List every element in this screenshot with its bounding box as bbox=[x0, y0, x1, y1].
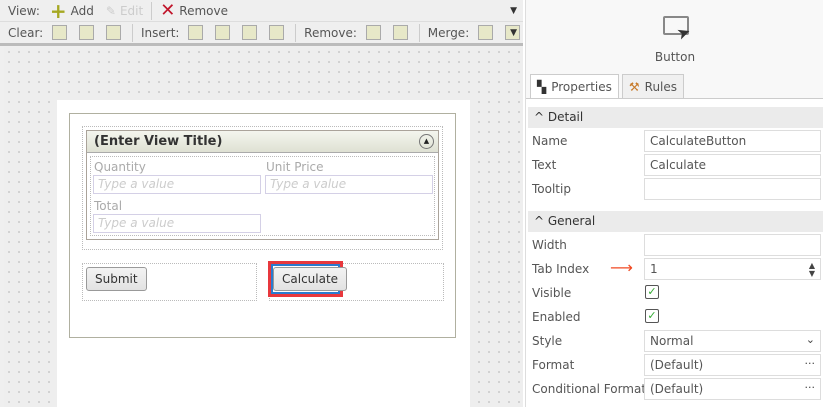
view-label: View: bbox=[8, 3, 40, 18]
divider bbox=[131, 23, 133, 42]
quantity-label: Quantity bbox=[94, 160, 146, 174]
chevron-down-icon: ⌄ bbox=[805, 333, 815, 346]
tab-index-spinner[interactable]: 1 ▲ ▼ bbox=[644, 258, 821, 280]
layout-toolbar: Clear: Insert: Remove: Merge: ▼ bbox=[0, 22, 523, 46]
x-icon: ✕ bbox=[160, 0, 176, 21]
unit-price-label: Unit Price bbox=[266, 160, 324, 174]
cursor-icon: ➤ bbox=[674, 21, 694, 44]
quantity-input[interactable]: Type a value bbox=[93, 175, 261, 194]
tab-properties[interactable]: ▚ Properties bbox=[530, 74, 619, 99]
insert-column-left-icon[interactable] bbox=[188, 25, 204, 40]
unit-price-input[interactable]: Type a value bbox=[265, 175, 433, 194]
width-field[interactable] bbox=[644, 234, 821, 256]
divider bbox=[151, 1, 153, 20]
view-header: (Enter View Title) ▲ bbox=[87, 131, 438, 153]
overflow-dropdown-icon[interactable]: ▼ bbox=[510, 6, 517, 16]
designer-area: View: + Add ✎ Edit ✕ Remove ▼ Clear: Insert… bbox=[0, 0, 523, 407]
general-section-header[interactable]: ^ General bbox=[528, 211, 823, 232]
style-label: Style bbox=[532, 334, 563, 348]
spinner-arrows-icon[interactable]: ▲ ▼ bbox=[809, 262, 815, 278]
conditional-format-label: Conditional Format bbox=[532, 382, 647, 396]
tab-index-label: Tab Index bbox=[532, 262, 590, 276]
properties-icon: ▚ bbox=[537, 80, 547, 94]
properties-panel: ➤ Button ▚ Properties ⚒ Rules ^ Detail Nam… bbox=[525, 0, 823, 407]
tooltip-label: Tooltip bbox=[532, 182, 571, 196]
total-input[interactable]: Type a value bbox=[93, 214, 261, 233]
divider bbox=[295, 23, 297, 42]
pencil-icon: ✎ bbox=[105, 3, 116, 18]
text-field[interactable]: Calculate bbox=[644, 154, 821, 176]
format-label: Format bbox=[532, 358, 575, 372]
add-button[interactable]: + Add bbox=[49, 0, 94, 23]
view-toolbar: View: + Add ✎ Edit ✕ Remove ▼ bbox=[0, 0, 523, 22]
visible-label: Visible bbox=[532, 286, 572, 300]
calculate-button[interactable]: Calculate bbox=[273, 267, 348, 291]
tab-rules[interactable]: ⚒ Rules bbox=[621, 74, 685, 98]
overflow-dropdown-icon[interactable]: ▼ bbox=[510, 28, 517, 38]
enabled-label: Enabled bbox=[532, 310, 581, 324]
properties-body: ^ Detail Name CalculateButton Text Calcu… bbox=[526, 98, 823, 407]
detail-section-header[interactable]: ^ Detail bbox=[528, 107, 823, 128]
enabled-checkbox[interactable]: ✓ bbox=[645, 309, 659, 323]
width-label: Width bbox=[532, 238, 567, 252]
submit-button[interactable]: Submit bbox=[86, 267, 147, 291]
merge-label: Merge: bbox=[427, 25, 470, 40]
view-title: (Enter View Title) bbox=[94, 134, 223, 149]
clear-cell-icon[interactable] bbox=[52, 25, 68, 40]
format-field[interactable]: (Default) ··· bbox=[644, 354, 821, 376]
ellipsis-icon[interactable]: ··· bbox=[805, 381, 816, 394]
total-label: Total bbox=[94, 199, 123, 213]
control-type-label: Button bbox=[654, 50, 696, 64]
tooltip-field[interactable] bbox=[644, 178, 821, 200]
collapse-icon[interactable]: ▲ bbox=[419, 134, 434, 149]
remove-row-icon[interactable] bbox=[392, 25, 408, 40]
edit-button[interactable]: ✎ Edit bbox=[106, 4, 143, 18]
visible-checkbox[interactable]: ✓ bbox=[645, 285, 659, 299]
gavel-icon: ⚒ bbox=[628, 79, 640, 94]
name-field[interactable]: CalculateButton bbox=[644, 130, 821, 152]
insert-row-above-icon[interactable] bbox=[242, 25, 258, 40]
plus-icon: + bbox=[49, 0, 67, 23]
clear-label: Clear: bbox=[8, 25, 44, 40]
conditional-format-field[interactable]: (Default) ··· bbox=[644, 378, 821, 400]
name-label: Name bbox=[532, 134, 568, 148]
insert-label: Insert: bbox=[140, 25, 180, 40]
text-label: Text bbox=[532, 158, 557, 172]
arrow-annotation-icon: ⟶ bbox=[610, 258, 633, 277]
merge-right-icon[interactable] bbox=[478, 25, 494, 40]
ellipsis-icon[interactable]: ··· bbox=[805, 357, 816, 370]
divider bbox=[418, 23, 420, 42]
insert-column-right-icon[interactable] bbox=[215, 25, 231, 40]
clear-table-icon[interactable] bbox=[106, 25, 121, 40]
remove-button[interactable]: ✕ Remove bbox=[160, 0, 228, 21]
remove-column-icon[interactable] bbox=[365, 25, 381, 40]
clear-row-icon[interactable] bbox=[79, 25, 95, 40]
insert-row-below-icon[interactable] bbox=[269, 25, 285, 40]
remove-label: Remove: bbox=[304, 25, 357, 40]
style-select[interactable]: Normal ⌄ bbox=[644, 330, 821, 352]
